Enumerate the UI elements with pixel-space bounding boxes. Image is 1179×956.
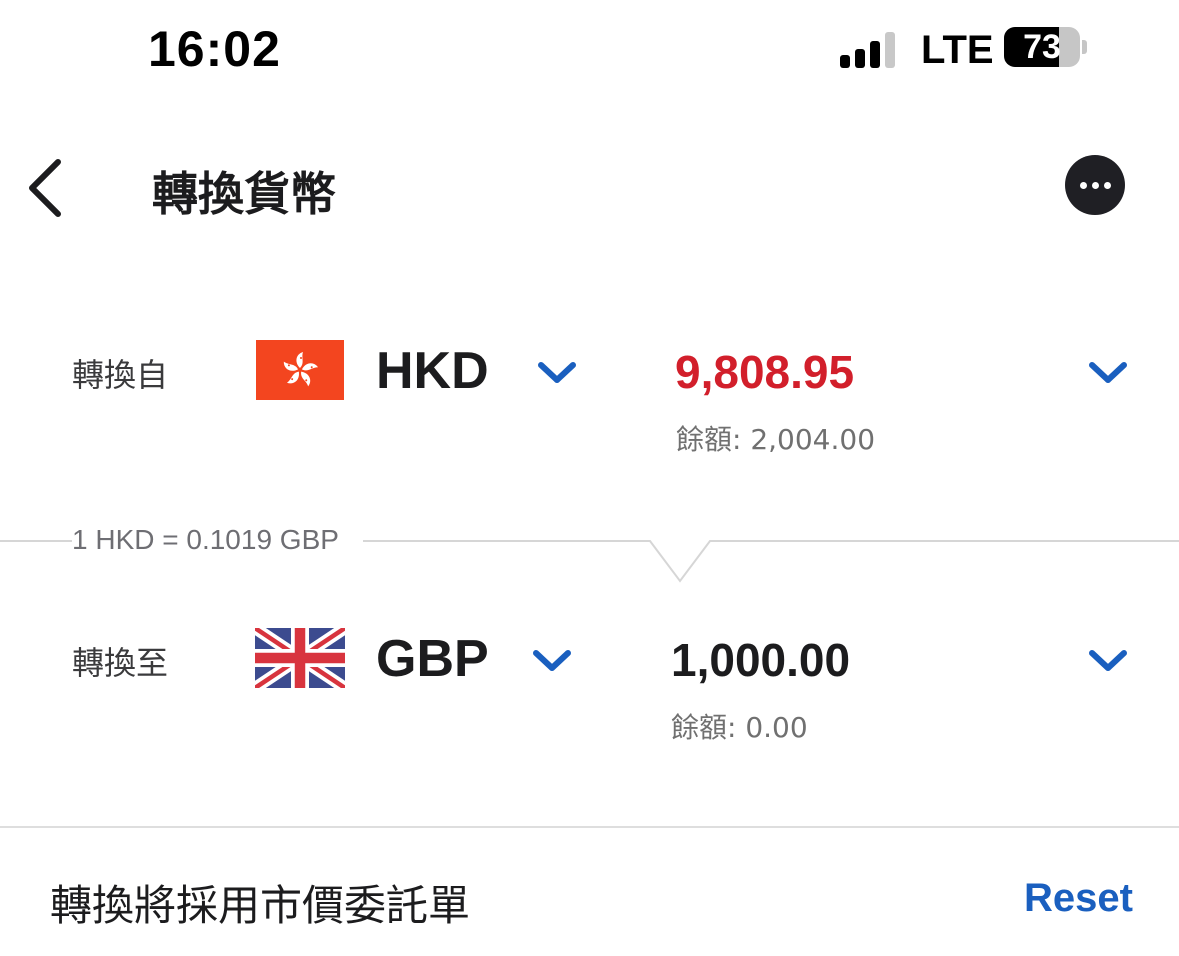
page-title: 轉換貨幣: [152, 167, 336, 221]
united-kingdom-flag-icon[interactable]: [255, 628, 345, 688]
market-order-note: 轉換將採用市價委託單: [50, 881, 471, 930]
currency-conversion-screen: 16:02 LTE 73 轉換貨幣 轉換自 HKD 9,808.95 餘額: 2…: [0, 0, 1179, 956]
chevron-down-icon[interactable]: [536, 360, 578, 386]
cellular-signal-icon: [840, 30, 900, 68]
battery-percentage: 73: [1023, 28, 1061, 66]
from-amount[interactable]: 9,808.95: [675, 345, 854, 399]
from-label: 轉換自: [72, 356, 169, 394]
hong-kong-flag-icon[interactable]: [256, 340, 344, 400]
to-currency-code[interactable]: GBP: [376, 629, 489, 689]
chevron-down-icon[interactable]: [1087, 648, 1129, 674]
battery-icon: 73: [1004, 27, 1080, 67]
from-currency-code[interactable]: HKD: [376, 341, 489, 401]
to-label: 轉換至: [72, 644, 169, 682]
network-type: LTE: [921, 28, 994, 72]
back-button[interactable]: [20, 150, 80, 226]
chevron-left-icon: [29, 159, 61, 217]
battery-cap: [1082, 40, 1087, 54]
reset-button[interactable]: Reset: [1024, 876, 1133, 921]
to-balance: 餘額: 0.00: [671, 711, 808, 744]
section-divider: [0, 826, 1179, 828]
from-balance: 餘額: 2,004.00: [676, 423, 876, 456]
bauhinia-icon: [283, 352, 319, 387]
union-jack-icon: [255, 628, 345, 688]
status-time: 16:02: [148, 21, 281, 77]
more-options-button[interactable]: [1065, 155, 1125, 215]
chevron-down-icon[interactable]: [1087, 360, 1129, 386]
to-amount[interactable]: 1,000.00: [671, 633, 850, 687]
exchange-rate: 1 HKD = 0.1019 GBP: [72, 524, 363, 556]
chevron-down-icon[interactable]: [531, 648, 573, 674]
